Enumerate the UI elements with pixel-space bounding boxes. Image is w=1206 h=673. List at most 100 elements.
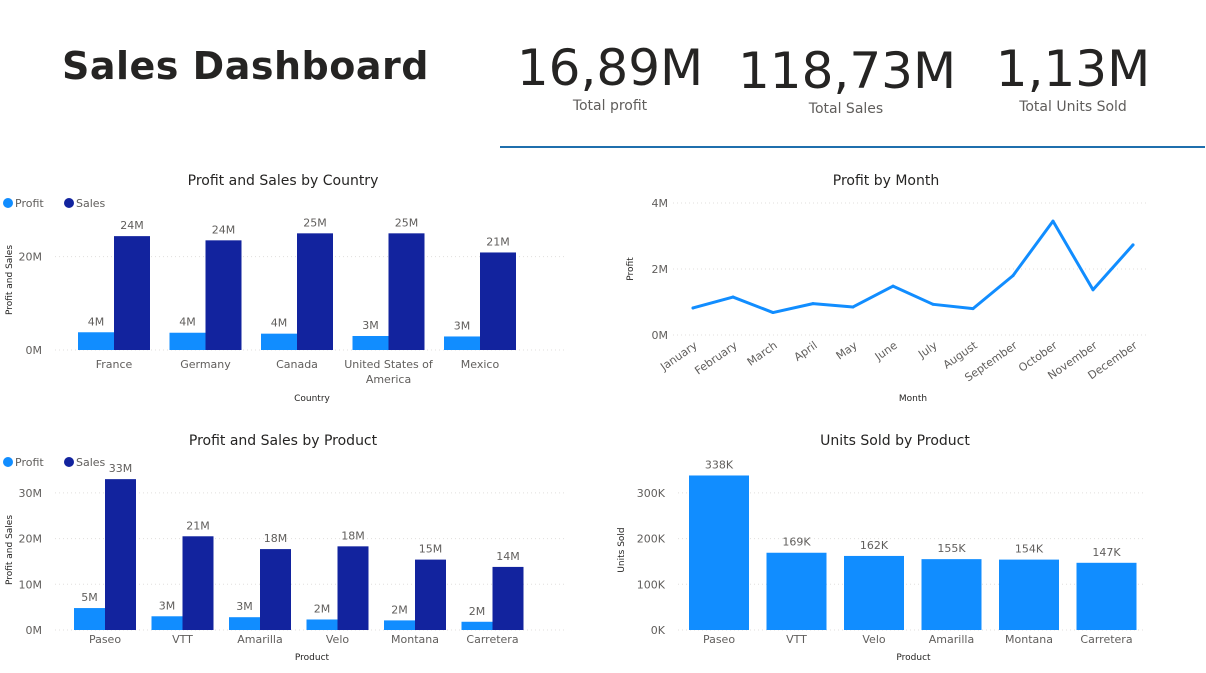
y-tick-label: 200K bbox=[637, 533, 666, 546]
kpi-label: Total Sales bbox=[808, 101, 884, 117]
kpi-label: Total Units Sold bbox=[1019, 99, 1127, 115]
data-label: 24M bbox=[120, 219, 144, 232]
x-tick-label: VTT bbox=[172, 633, 193, 646]
data-point bbox=[1011, 274, 1015, 278]
x-tick-label: Montana bbox=[1005, 633, 1053, 646]
legend-label: Sales bbox=[76, 197, 106, 210]
data-label: 25M bbox=[395, 216, 419, 229]
kpi-divider bbox=[500, 146, 1205, 148]
x-tick-label: May bbox=[834, 339, 860, 363]
data-label: 15M bbox=[419, 543, 443, 556]
data-label: 4M bbox=[271, 317, 288, 330]
x-tick-label: Velo bbox=[862, 633, 885, 646]
bar bbox=[229, 617, 260, 630]
data-label: 14M bbox=[496, 550, 520, 563]
bar bbox=[261, 333, 297, 350]
data-label: 162K bbox=[860, 539, 889, 552]
legend-label: Sales bbox=[76, 456, 106, 469]
chart-title: Units Sold by Product bbox=[820, 433, 970, 449]
data-point bbox=[1091, 288, 1095, 292]
chart-profit-sales-by-product[interactable]: Profit and Sales by Product Profit Sales 0M… bbox=[0, 420, 600, 670]
bar bbox=[205, 240, 242, 350]
data-point bbox=[691, 306, 695, 310]
bar bbox=[169, 332, 206, 350]
data-label: 147K bbox=[1092, 546, 1121, 559]
kpi-total-sales: 118,73M Total Sales bbox=[738, 41, 956, 117]
bar bbox=[151, 616, 183, 630]
chart-profit-by-month[interactable]: Profit by Month0M2M4MProfitMonthJanuaryF… bbox=[600, 160, 1206, 410]
bar bbox=[844, 555, 904, 630]
bar bbox=[182, 536, 214, 630]
data-label: 2M bbox=[469, 605, 486, 618]
data-label: 3M bbox=[454, 319, 471, 332]
bar bbox=[388, 233, 425, 350]
kpi-total-units-sold: 1,13M Total Units Sold bbox=[980, 39, 1166, 115]
y-tick-label: 20M bbox=[19, 533, 43, 546]
data-label: 21M bbox=[186, 519, 210, 532]
bar bbox=[492, 566, 524, 630]
x-tick-label: America bbox=[366, 373, 411, 386]
data-label: 3M bbox=[236, 600, 253, 613]
data-label: 4M bbox=[88, 315, 105, 328]
chart-units-sold-by-product[interactable]: Units Sold by Product 0K 100K 200K 300K Units… bbox=[600, 420, 1206, 670]
data-label: 155K bbox=[937, 542, 966, 555]
data-label: 2M bbox=[391, 603, 408, 616]
data-point bbox=[1051, 219, 1055, 223]
y-axis-label: Profit bbox=[626, 257, 636, 281]
data-label: 2M bbox=[314, 602, 331, 615]
data-point bbox=[931, 302, 935, 306]
x-tick-label: United States of bbox=[344, 358, 434, 371]
y-tick-label: 10M bbox=[19, 578, 43, 591]
x-tick-label: February bbox=[692, 339, 740, 378]
kpi-value: 16,89M bbox=[516, 39, 704, 97]
data-label: 3M bbox=[159, 599, 176, 612]
x-tick-label: Amarilla bbox=[929, 633, 974, 646]
y-tick-label: 4M bbox=[652, 197, 669, 210]
x-tick-label: Velo bbox=[326, 633, 349, 646]
x-axis-label: Month bbox=[899, 394, 927, 404]
y-tick-label: 300K bbox=[637, 487, 666, 500]
legend-marker bbox=[3, 457, 13, 467]
bar bbox=[1076, 562, 1137, 630]
x-tick-label: March bbox=[745, 339, 780, 369]
chart-title: Profit and Sales by Country bbox=[188, 173, 379, 189]
x-axis-label: Product bbox=[896, 653, 931, 663]
x-tick-label: April bbox=[792, 339, 820, 364]
x-tick-label: Montana bbox=[391, 633, 439, 646]
bar bbox=[415, 559, 446, 630]
y-axis-label: Units Sold bbox=[617, 527, 627, 572]
chart-profit-sales-by-country[interactable]: Profit and Sales by Country Profit Sales 0M… bbox=[0, 160, 600, 410]
bar bbox=[461, 621, 493, 630]
bar bbox=[114, 236, 150, 350]
x-tick-label: Germany bbox=[180, 358, 231, 371]
data-point bbox=[1131, 243, 1135, 247]
x-tick-label: July bbox=[915, 339, 940, 362]
data-label: 33M bbox=[109, 462, 133, 475]
bar bbox=[78, 332, 114, 350]
y-tick-label: 0M bbox=[26, 344, 43, 357]
data-label: 169K bbox=[782, 536, 811, 549]
data-label: 21M bbox=[486, 235, 510, 248]
legend-label: Profit bbox=[15, 456, 44, 469]
bar bbox=[74, 608, 105, 630]
x-axis-label: Country bbox=[294, 394, 330, 404]
x-tick-label: Carretera bbox=[466, 633, 518, 646]
data-point bbox=[971, 307, 975, 311]
x-tick-label: Paseo bbox=[89, 633, 121, 646]
data-label: 5M bbox=[81, 591, 98, 604]
x-tick-label: Mexico bbox=[461, 358, 500, 371]
legend-marker bbox=[3, 198, 13, 208]
x-tick-label: VTT bbox=[786, 633, 807, 646]
bar bbox=[921, 559, 982, 630]
data-point bbox=[891, 284, 895, 288]
data-label: 3M bbox=[362, 319, 379, 332]
data-point bbox=[811, 302, 815, 306]
chart-title: Profit and Sales by Product bbox=[189, 433, 378, 449]
y-axis-label: Profit and Sales bbox=[5, 245, 15, 315]
x-axis-label: Product bbox=[295, 653, 330, 663]
data-point bbox=[771, 311, 775, 315]
data-point bbox=[731, 295, 735, 299]
bar bbox=[352, 336, 389, 350]
dashboard-title: Sales Dashboard bbox=[62, 44, 429, 88]
bar bbox=[384, 620, 415, 630]
